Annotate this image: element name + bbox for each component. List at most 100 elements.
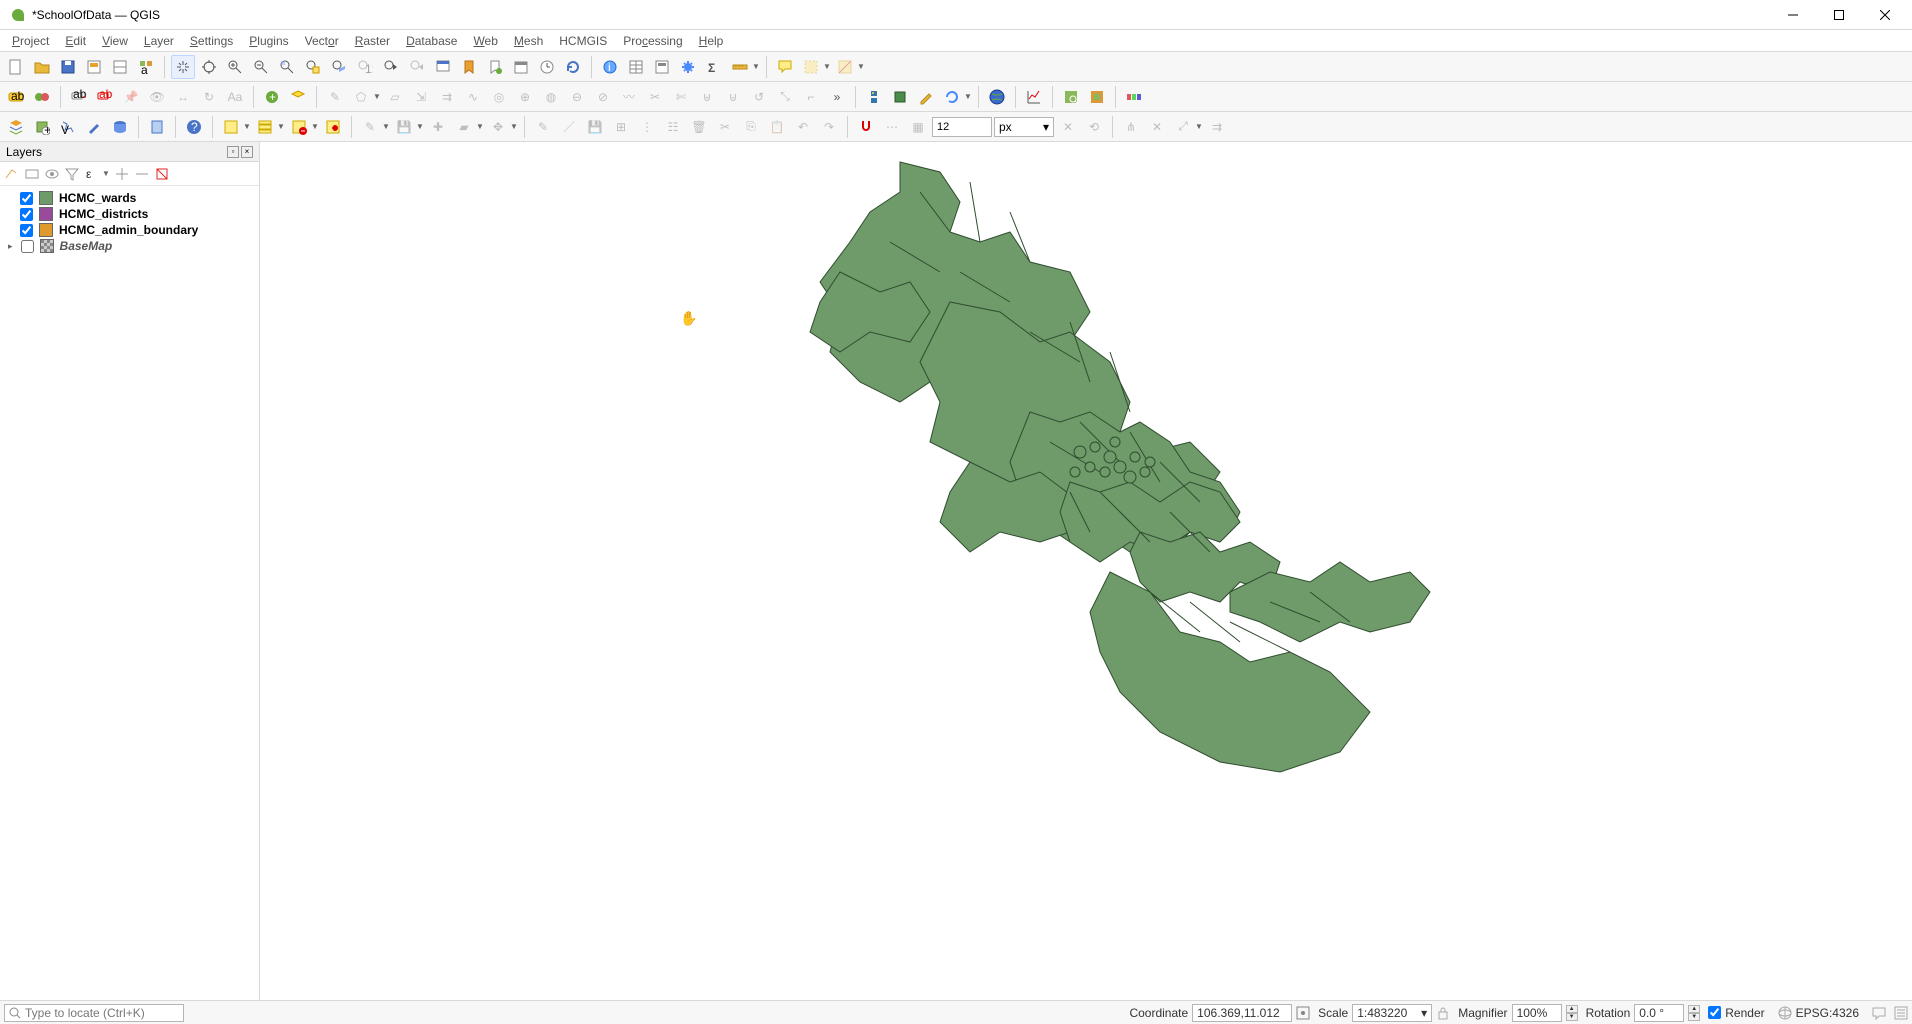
vertex-edit-icon[interactable]: ⋔ bbox=[1119, 115, 1143, 139]
new-map-view-icon[interactable] bbox=[431, 55, 455, 79]
pan-map-icon[interactable] bbox=[171, 55, 195, 79]
add-feature-icon[interactable]: ✚ bbox=[426, 115, 450, 139]
deselect-all-icon[interactable] bbox=[833, 55, 857, 79]
python-console-icon[interactable] bbox=[862, 85, 886, 109]
cut-features-icon[interactable]: ✂ bbox=[713, 115, 737, 139]
style-manager-icon[interactable]: a bbox=[134, 55, 158, 79]
label-move-icon[interactable]: abc bbox=[67, 85, 91, 109]
select-all-icon[interactable] bbox=[253, 115, 277, 139]
select-by-expression-icon[interactable] bbox=[219, 115, 243, 139]
label-pin-icon[interactable]: 📌 bbox=[119, 85, 143, 109]
new-print-layout-icon[interactable] bbox=[82, 55, 106, 79]
menu-mesh[interactable]: Mesh bbox=[506, 32, 551, 50]
layer-visibility-icon[interactable] bbox=[44, 166, 60, 182]
digitize-tool-icon[interactable]: ✎ bbox=[323, 85, 347, 109]
zoom-to-layer-icon[interactable] bbox=[327, 55, 351, 79]
refresh-icon[interactable] bbox=[561, 55, 585, 79]
layer-style-icon[interactable] bbox=[4, 166, 20, 182]
zoom-out-icon[interactable] bbox=[249, 55, 273, 79]
save-edits-icon[interactable]: 💾 bbox=[392, 115, 416, 139]
maximize-button[interactable] bbox=[1816, 0, 1862, 30]
menu-settings[interactable]: Settings bbox=[182, 32, 241, 50]
undo-icon[interactable]: ↶ bbox=[791, 115, 815, 139]
globe-icon[interactable] bbox=[985, 85, 1009, 109]
scale-combo[interactable]: 1:483220▾ bbox=[1352, 1004, 1432, 1022]
processing-toolbox-icon[interactable] bbox=[676, 55, 700, 79]
menu-view[interactable]: View bbox=[94, 32, 136, 50]
plugin-manager-icon[interactable] bbox=[888, 85, 912, 109]
magnifier-value[interactable]: 100% bbox=[1512, 1004, 1562, 1022]
new-geopackage-layer-icon[interactable]: + bbox=[30, 115, 54, 139]
zoom-next-icon[interactable] bbox=[405, 55, 429, 79]
identify-icon[interactable]: i bbox=[598, 55, 622, 79]
map-tips-icon[interactable] bbox=[773, 55, 797, 79]
attributes-table-icon[interactable] bbox=[624, 55, 648, 79]
digitize-shape-icon[interactable]: ⬠ bbox=[349, 85, 373, 109]
copy-move-icon[interactable]: ⇉ bbox=[1205, 115, 1229, 139]
snap-self-icon[interactable]: ⟲ bbox=[1082, 115, 1106, 139]
new-geopackage-icon[interactable] bbox=[286, 85, 310, 109]
new-spatialite-layer-icon[interactable] bbox=[82, 115, 106, 139]
snapping-tolerance-input[interactable] bbox=[932, 117, 992, 137]
edit-mergeattr-icon[interactable]: ⊍ bbox=[721, 85, 745, 109]
snapping-options-icon[interactable]: ⋯ bbox=[880, 115, 904, 139]
log-icon[interactable] bbox=[1894, 1006, 1908, 1020]
vertex-delete-icon[interactable]: ✕ bbox=[1145, 115, 1169, 139]
menu-raster[interactable]: Raster bbox=[347, 32, 398, 50]
paste-features-icon[interactable]: 📋 bbox=[765, 115, 789, 139]
vertex-tool-icon[interactable]: ⋮ bbox=[635, 115, 659, 139]
zoom-last-icon[interactable] bbox=[379, 55, 403, 79]
layer-collapse-icon[interactable] bbox=[134, 166, 150, 182]
label-rotate-icon[interactable]: ↻ bbox=[197, 85, 221, 109]
edit-reshape-icon[interactable]: 〰 bbox=[617, 85, 641, 109]
measure-icon[interactable] bbox=[728, 55, 752, 79]
save-layer-icon[interactable]: 💾 bbox=[583, 115, 607, 139]
menu-layer[interactable]: Layer bbox=[136, 32, 182, 50]
edit-merge-icon[interactable]: ⊎ bbox=[695, 85, 719, 109]
toggle-edit2-icon[interactable]: ／ bbox=[557, 115, 581, 139]
edit-add-poly-icon[interactable]: ▱ bbox=[383, 85, 407, 109]
data-source-manager-icon[interactable] bbox=[4, 115, 28, 139]
new-project-icon[interactable] bbox=[4, 55, 28, 79]
snapping-unit-combo[interactable]: px▾ bbox=[994, 117, 1054, 137]
layer-label-icon[interactable]: abc bbox=[4, 85, 28, 109]
plugin-reload-icon[interactable] bbox=[940, 85, 964, 109]
new-shapefile-icon[interactable]: + bbox=[260, 85, 284, 109]
edit-rotatept-icon[interactable]: ↺ bbox=[747, 85, 771, 109]
edit-simplify-icon[interactable]: ∿ bbox=[461, 85, 485, 109]
new-memory-layer-icon[interactable] bbox=[145, 115, 169, 139]
edit-splitparts-icon[interactable]: ✄ bbox=[669, 85, 693, 109]
zoom-full-icon[interactable] bbox=[275, 55, 299, 79]
edit-addring-icon[interactable]: ◎ bbox=[487, 85, 511, 109]
toggle-extents-icon[interactable] bbox=[1296, 1006, 1310, 1020]
current-edits-icon[interactable]: ✎ bbox=[531, 115, 555, 139]
zoom-in-icon[interactable] bbox=[223, 55, 247, 79]
edit-offsetpt-icon[interactable]: ⤡ bbox=[773, 85, 797, 109]
copy-features-icon[interactable]: ⎘ bbox=[739, 115, 763, 139]
toolbar-overflow-icon[interactable]: » bbox=[825, 85, 849, 109]
select-by-location-icon[interactable] bbox=[321, 115, 345, 139]
menu-hcmgis[interactable]: HCMGIS bbox=[551, 32, 615, 50]
locator-input[interactable]: Type to locate (Ctrl+K) bbox=[4, 1004, 184, 1022]
menu-plugins[interactable]: Plugins bbox=[241, 32, 296, 50]
rotation-spinner[interactable]: ▲▼ bbox=[1688, 1005, 1700, 1021]
show-bookmarks-icon[interactable] bbox=[483, 55, 507, 79]
panel-close-button[interactable]: × bbox=[241, 146, 253, 158]
panel-undock-button[interactable]: ▫ bbox=[227, 146, 239, 158]
menu-project[interactable]: Project bbox=[4, 32, 57, 50]
edit-addpart-icon[interactable]: ⊕ bbox=[513, 85, 537, 109]
edit-delring-icon[interactable]: ⊖ bbox=[565, 85, 589, 109]
deselect-icon[interactable] bbox=[287, 115, 311, 139]
edit-offset-icon[interactable]: ⇉ bbox=[435, 85, 459, 109]
layer-row-districts[interactable]: HCMC_districts bbox=[6, 206, 253, 222]
layer-row-basemap[interactable]: ▸ BaseMap bbox=[6, 238, 253, 254]
layer-add-group-icon[interactable] bbox=[24, 166, 40, 182]
scale-feature-icon[interactable]: ⤢ bbox=[1171, 115, 1195, 139]
layer-filter-icon[interactable] bbox=[64, 166, 80, 182]
layer-expression-icon[interactable]: ε bbox=[84, 166, 100, 182]
minimize-button[interactable] bbox=[1770, 0, 1816, 30]
toggle-editing-icon[interactable]: ✎ bbox=[358, 115, 382, 139]
layer-diagram-icon[interactable] bbox=[30, 85, 54, 109]
edit-split-icon[interactable]: ✂ bbox=[643, 85, 667, 109]
select-features-icon[interactable] bbox=[799, 55, 823, 79]
